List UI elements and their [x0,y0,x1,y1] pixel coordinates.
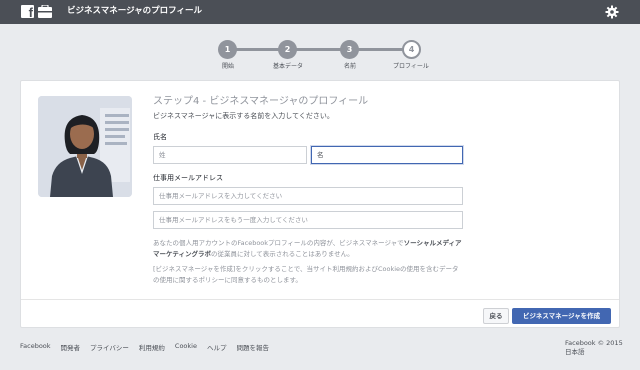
terms-note: [ビジネスマネージャを作成]をクリックすることで、当サイト利用規約およびCook… [153,265,459,284]
step-1-circle: 1 [218,40,237,59]
step-2-circle: 2 [278,40,297,59]
card-divider [21,299,619,300]
step-4-label: プロフィール [393,63,429,70]
language-link[interactable]: 日本語 [565,348,623,357]
footer-link-developers[interactable]: 開発者 [61,342,81,352]
profile-illustration [38,96,132,197]
facebook-logo-letter: f [28,5,33,20]
email-input[interactable]: 仕事用メールアドレスを入力してください [153,187,463,205]
step-3-label: 名前 [343,63,356,70]
step-subtitle: ビジネスマネージャに表示する名前を入力してください。 [153,112,334,120]
progress-stepper: 1 2 3 4 開始 基本データ 名前 プロフィール [0,38,640,72]
create-business-manager-button[interactable]: ビジネスマネージャを作成 [512,308,611,324]
privacy-note-text-end: の従業員に対して表示されることはありません。 [210,250,354,258]
app-title: ビジネスマネージャのプロフィール [67,6,202,16]
footer-link-terms[interactable]: 利用規約 [139,342,165,352]
step-2-label: 基本データ [272,63,303,70]
privacy-note-text: あなたの個人用アカウントのFacebookプロフィールの内容が、ビジネスマネージ… [153,239,404,247]
footer-links: Facebook 開発者 プライバシー 利用規約 Cookie ヘルプ 問題を報… [20,342,279,352]
step-1-label: 開始 [221,63,234,70]
back-button[interactable]: 戻る [483,308,509,324]
gear-icon[interactable] [605,5,619,19]
footer-link-help[interactable]: ヘルプ [207,342,227,352]
step-4-circle: 4 [402,40,421,59]
person-illustration-icon [38,96,132,197]
top-bar: f ビジネスマネージャのプロフィール [0,0,640,24]
privacy-note: あなたの個人用アカウントのFacebookプロフィールの内容が、ビジネスマネージ… [153,238,465,260]
facebook-logo-icon[interactable]: f [21,5,34,20]
footer-link-report[interactable]: 問題を報告 [236,342,269,352]
email-confirm-input[interactable]: 仕事用メールアドレスをもう一度入力してください [153,211,463,229]
step-3-circle: 3 [340,40,359,59]
footer-link-cookie[interactable]: Cookie [175,342,197,352]
step-title: ステップ4 - ビジネスマネージャのプロフィール [153,96,369,107]
business-manager-icon[interactable] [38,5,52,18]
footer-link-facebook[interactable]: Facebook [20,342,51,352]
email-label: 仕事用メールアドレス [153,174,223,182]
copyright: Facebook © 2015 日本語 [565,339,623,357]
name-label: 氏名 [153,133,167,141]
profile-card: ステップ4 - ビジネスマネージャのプロフィール ビジネスマネージャに表示する名… [20,80,620,328]
step-connector [356,48,408,51]
last-name-input[interactable]: 姓 [153,146,307,164]
first-name-input[interactable]: 名 [311,146,463,164]
footer-link-privacy[interactable]: プライバシー [90,342,129,352]
copyright-text: Facebook © 2015 [565,339,623,347]
